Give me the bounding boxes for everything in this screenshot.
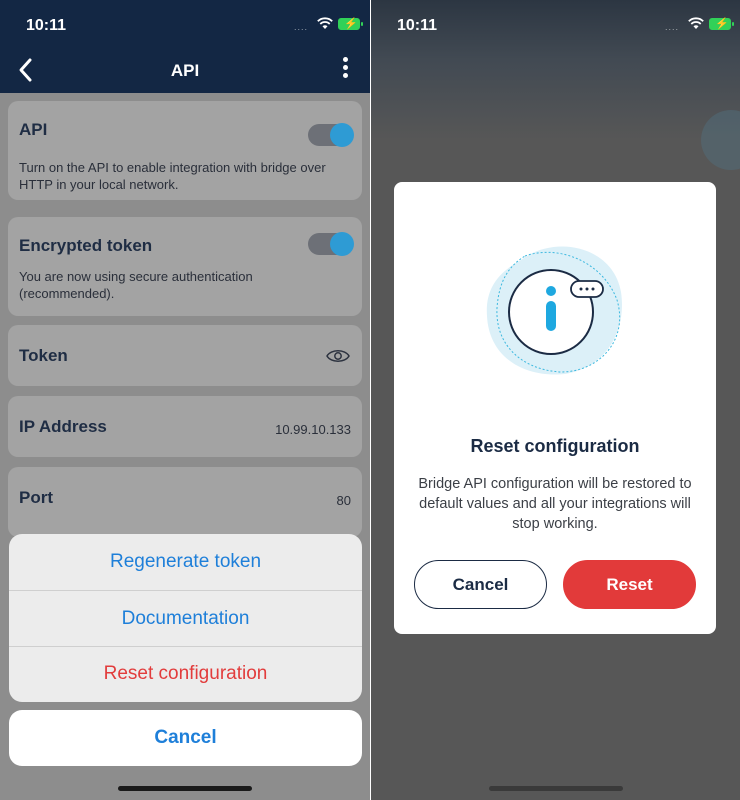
status-time: 10:11 — [26, 17, 67, 34]
cancel-button[interactable]: Cancel — [414, 560, 547, 609]
eye-icon[interactable] — [326, 348, 350, 364]
regenerate-token-option[interactable]: Regenerate token — [9, 534, 362, 590]
toggle-knob — [330, 232, 354, 256]
status-time: 10:11 — [397, 17, 438, 34]
port-value: 80 — [336, 493, 351, 508]
reset-configuration-option[interactable]: Reset configuration — [9, 646, 362, 702]
encrypted-token-toggle[interactable] — [308, 232, 354, 256]
status-bar: 10:11 .... ⚡ — [371, 0, 740, 50]
api-title: API — [19, 120, 48, 139]
api-toggle[interactable] — [308, 123, 354, 147]
toggle-knob — [330, 123, 354, 147]
documentation-option[interactable]: Documentation — [9, 591, 362, 647]
encrypted-token-card: Encrypted token You are now using secure… — [8, 217, 362, 316]
signal-dots: .... — [293, 22, 308, 32]
battery-icon: ⚡ — [709, 18, 734, 30]
ip-address-title: IP Address — [19, 417, 107, 436]
encrypted-token-description: You are now using secure authentication … — [19, 269, 253, 301]
status-bar: 10:11 .... ⚡ — [0, 0, 370, 50]
action-sheet: Regenerate token Documentation Reset con… — [9, 534, 362, 702]
api-setting-card: API Turn on the API to enable integratio… — [8, 101, 362, 200]
token-title: Token — [19, 346, 68, 365]
info-bubble-icon — [486, 246, 622, 375]
port-card: Port 80 — [8, 467, 362, 537]
ip-address-card: IP Address 10.99.10.133 — [8, 396, 362, 457]
token-card[interactable]: Token — [8, 325, 362, 386]
right-screen: 10:11 .... ⚡ Reset configuration Bridge … — [371, 0, 740, 800]
ip-address-value: 10.99.10.133 — [275, 422, 351, 437]
signal-dots: .... — [664, 22, 679, 32]
encrypted-token-title: Encrypted token — [19, 236, 153, 255]
home-indicator — [489, 786, 623, 791]
dialog-title: Reset configuration — [470, 436, 640, 456]
reset-dialog: Reset configuration Bridge API configura… — [394, 182, 716, 634]
reset-button[interactable]: Reset — [563, 560, 696, 609]
home-indicator — [118, 786, 252, 791]
battery-icon: ⚡ — [338, 18, 363, 30]
page-title: API — [170, 61, 200, 80]
api-description: Turn on the API to enable integration wi… — [19, 160, 326, 192]
port-title: Port — [19, 488, 53, 507]
dialog-message: Bridge API configuration will be restore… — [418, 476, 692, 532]
wifi-icon — [688, 17, 704, 29]
wifi-icon — [317, 17, 333, 29]
sheet-cancel-button[interactable]: Cancel — [9, 710, 362, 766]
more-options-icon[interactable] — [340, 57, 350, 83]
left-screen: 10:11 .... ⚡ API API Turn on the API to … — [0, 0, 370, 800]
